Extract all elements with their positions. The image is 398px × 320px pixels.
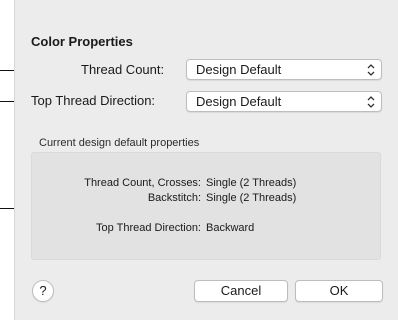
thread-count-label: Thread Count: — [81, 62, 165, 77]
property-value: Single (2 Threads) — [206, 192, 297, 204]
cancel-button[interactable]: Cancel — [194, 280, 288, 302]
color-properties-dialog: Color Properties Thread Count: Design De… — [14, 0, 398, 320]
property-value: Single (2 Threads) — [206, 177, 297, 189]
property-value: Backward — [206, 222, 255, 234]
property-label: Thread Count, Crosses: — [84, 177, 201, 189]
chevron-updown-icon — [367, 96, 375, 108]
top-thread-direction-select[interactable]: Design Default — [186, 91, 382, 112]
help-button[interactable]: ? — [32, 280, 54, 302]
thread-count-select-value: Design Default — [196, 62, 282, 77]
property-label: Top Thread Direction: — [96, 222, 201, 234]
thread-count-select[interactable]: Design Default — [186, 59, 382, 80]
top-thread-direction-select-value: Design Default — [196, 94, 282, 109]
property-label: Backstitch: — [147, 192, 201, 204]
section-title: Color Properties — [31, 34, 133, 49]
ok-button[interactable]: OK — [295, 280, 383, 302]
group-caption: Current design default properties — [39, 137, 200, 149]
default-properties-box: Thread Count, Crosses: Single (2 Threads… — [31, 152, 381, 260]
chevron-updown-icon — [367, 64, 375, 76]
top-thread-direction-label: Top Thread Direction: — [31, 93, 156, 108]
